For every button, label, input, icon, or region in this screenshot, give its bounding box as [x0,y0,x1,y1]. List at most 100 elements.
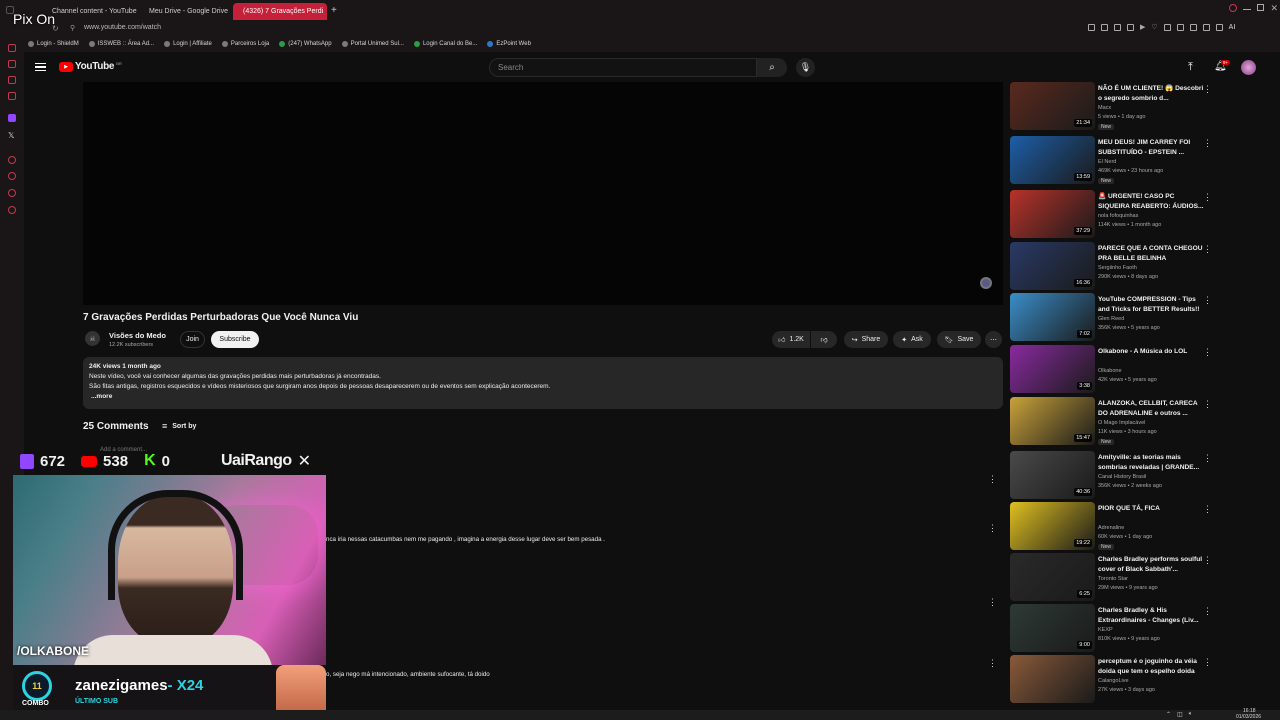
volume-icon[interactable]: 🔈︎ [1189,711,1193,718]
related-video-item[interactable]: 13:59 MEU DEUS! JIM CARREY FOI SUBSTITUÍD… [1010,136,1215,186]
related-channel-name[interactable]: Toronto Star [1098,576,1128,582]
settings-icon[interactable] [8,206,16,214]
related-channel-name[interactable]: Olkabone [1098,368,1122,374]
ask-button[interactable]: ✦ Ask [893,331,931,348]
related-channel-name[interactable]: Glen Reed [1098,316,1124,322]
sidebar-app-icon[interactable] [8,172,16,180]
related-video-item[interactable]: 3:38 Olkabone - A Música do LOL Olkabone 42… [1010,345,1215,395]
video-thumbnail[interactable] [1010,655,1095,703]
share-button[interactable]: ↪ Share [844,331,888,348]
menu-icon[interactable] [35,63,46,71]
bookmark-item[interactable]: Portal Unimed Sul... [341,41,404,47]
tab-channel-content[interactable]: Channel content - YouTube [42,3,138,20]
extension-icon[interactable] [1088,24,1095,31]
minimize-icon[interactable] [1243,9,1252,10]
bookmark-item[interactable]: Parceiros Loja [221,41,269,47]
bookmark-item[interactable]: EzPoint Web [487,41,531,47]
related-channel-name[interactable]: KEXP [1098,627,1113,633]
extension-icon[interactable] [1101,24,1108,31]
related-video-title[interactable]: Charles Bradley & His Extraordinaires - … [1098,606,1204,625]
extension-icon[interactable] [1127,24,1134,31]
more-link[interactable]: ...more [89,392,997,402]
search-button[interactable]: ⌕ [757,58,787,77]
video-thumbnail[interactable]: 7:02 [1010,293,1095,341]
more-options-icon[interactable]: ⋮ [1203,606,1212,617]
ai-button[interactable]: AI [1229,24,1236,32]
comment-menu-icon[interactable]: ⋮ [988,597,997,608]
network-icon[interactable]: ◫ [1177,711,1183,718]
sidebar-app-icon[interactable] [8,189,16,197]
video-thumbnail[interactable]: 9:00 [1010,604,1095,652]
extension-icon[interactable] [1202,24,1210,31]
related-video-item[interactable]: perceptum é o joguinho da véia doida que… [1010,655,1215,705]
more-actions-button[interactable]: ⋯ [985,331,1002,348]
related-video-title[interactable]: NÃO É UM CLIENTE! 😱 Descobri o segredo s… [1098,84,1204,103]
related-video-item[interactable]: 21:34 NÃO É UM CLIENTE! 😱 Descobri o segr… [1010,82,1215,132]
more-options-icon[interactable]: ⋮ [1203,295,1212,306]
bookmark-item[interactable]: Login Canal do Be... [413,41,477,47]
related-video-title[interactable]: Charles Bradley performs soulful cover o… [1098,555,1204,574]
related-video-title[interactable]: MEU DEUS! JIM CARREY FOI SUBSTITUÍDO - E… [1098,138,1204,157]
video-thumbnail[interactable]: 16:36 [1010,242,1095,290]
upload-icon[interactable]: ⤒ [1188,61,1193,74]
bookmark-item[interactable]: (247) WhatsApp [279,41,332,47]
related-channel-name[interactable]: CalangoLive [1098,678,1129,684]
like-button[interactable]: 👍︎ 1.2K [772,331,810,348]
video-thumbnail[interactable]: 6:25 [1010,553,1095,601]
maximize-icon[interactable] [1257,4,1265,11]
video-thumbnail[interactable]: 19:22 [1010,502,1095,550]
more-options-icon[interactable]: ⋮ [1203,657,1212,668]
extension-icon[interactable] [1176,24,1184,31]
related-video-title[interactable]: ALANZOKA, CELLBIT, CARECA DO ADRENALINE … [1098,399,1204,418]
more-options-icon[interactable]: ⋮ [1203,347,1212,358]
comment-menu-icon[interactable]: ⋮ [988,474,997,485]
close-icon[interactable]: ✕ [1270,4,1278,16]
video-thumbnail[interactable]: 21:34 [1010,82,1095,130]
bookmark-item[interactable]: Login - ShieldM [28,41,79,47]
new-tab-button[interactable]: + [331,5,337,16]
sidebar-app-icon[interactable] [8,60,16,68]
sort-button[interactable]: ≡ Sort by [162,421,196,431]
more-options-icon[interactable]: ⋮ [1203,504,1212,515]
channel-name[interactable]: Visões do Medo [109,331,166,340]
sidebar-app-icon[interactable] [8,156,16,164]
related-video-item[interactable]: 19:22 PIOR QUE TÁ, FICA Adrenaline 60K view… [1010,502,1215,552]
more-options-icon[interactable]: ⋮ [1203,399,1212,410]
voice-search-button[interactable]: 🎙︎ [796,58,815,77]
related-channel-name[interactable]: Adrenaline [1098,525,1124,531]
sidebar-app-icon[interactable] [8,76,16,84]
x-icon[interactable]: 𝕏 [8,131,14,140]
related-video-title[interactable]: Olkabone - A Música do LOL [1098,347,1204,357]
join-button[interactable]: Join [180,331,205,348]
extension-icon[interactable] [1189,24,1197,31]
tab-current-video[interactable]: (4326) 7 Gravações Perdi [233,3,327,20]
search-input[interactable]: Search [489,58,757,77]
tray-chevron-icon[interactable]: ⌃ [1166,711,1171,718]
more-options-icon[interactable]: ⋮ [1203,192,1212,203]
more-options-icon[interactable]: ⋮ [1203,138,1212,149]
video-description[interactable]: 24K views 1 month ago Neste vídeo, você … [83,357,1003,409]
favorites-icon[interactable]: ♡ [1151,24,1157,32]
extension-icon[interactable] [1215,24,1223,31]
related-channel-name[interactable]: nola fofoquinhas [1098,213,1138,219]
related-video-item[interactable]: 40:36 Amityville: as teorias mais sombria… [1010,451,1215,501]
extension-icon[interactable] [1163,24,1171,31]
video-thumbnail[interactable]: 40:36 [1010,451,1095,499]
save-button[interactable]: 🔖︎ Save [937,331,981,348]
related-video-item[interactable]: 37:29 🚨 URGENTE! CASO PC SIQUEIRA REABERT… [1010,190,1215,240]
more-options-icon[interactable]: ⋮ [1203,555,1212,566]
tab-google-drive[interactable]: Meu Drive - Google Drive [139,3,231,20]
related-video-item[interactable]: 16:36 PARECE QUE A CONTA CHEGOU PRA BELLE… [1010,242,1215,292]
comment-menu-icon[interactable]: ⋮ [988,658,997,669]
related-video-title[interactable]: PIOR QUE TÁ, FICA [1098,504,1204,514]
related-video-title[interactable]: PARECE QUE A CONTA CHEGOU PRA BELLE BELI… [1098,244,1204,263]
related-video-item[interactable]: 7:02 YouTube COMPRESSION - Tips and Trick… [1010,293,1215,343]
comment-menu-icon[interactable]: ⋮ [988,523,997,534]
site-info-icon[interactable]: ⚲ [70,24,75,32]
related-video-title[interactable]: 🚨 URGENTE! CASO PC SIQUEIRA REABERTO: ÁU… [1098,192,1204,211]
more-options-icon[interactable]: ⋮ [1203,453,1212,464]
more-options-icon[interactable]: ⋮ [1203,84,1212,95]
twitch-icon[interactable] [8,114,16,122]
related-video-item[interactable]: 6:25 Charles Bradley performs soulful cov… [1010,553,1215,603]
related-video-item[interactable]: 15:47 ALANZOKA, CELLBIT, CARECA DO ADRENA… [1010,397,1215,447]
